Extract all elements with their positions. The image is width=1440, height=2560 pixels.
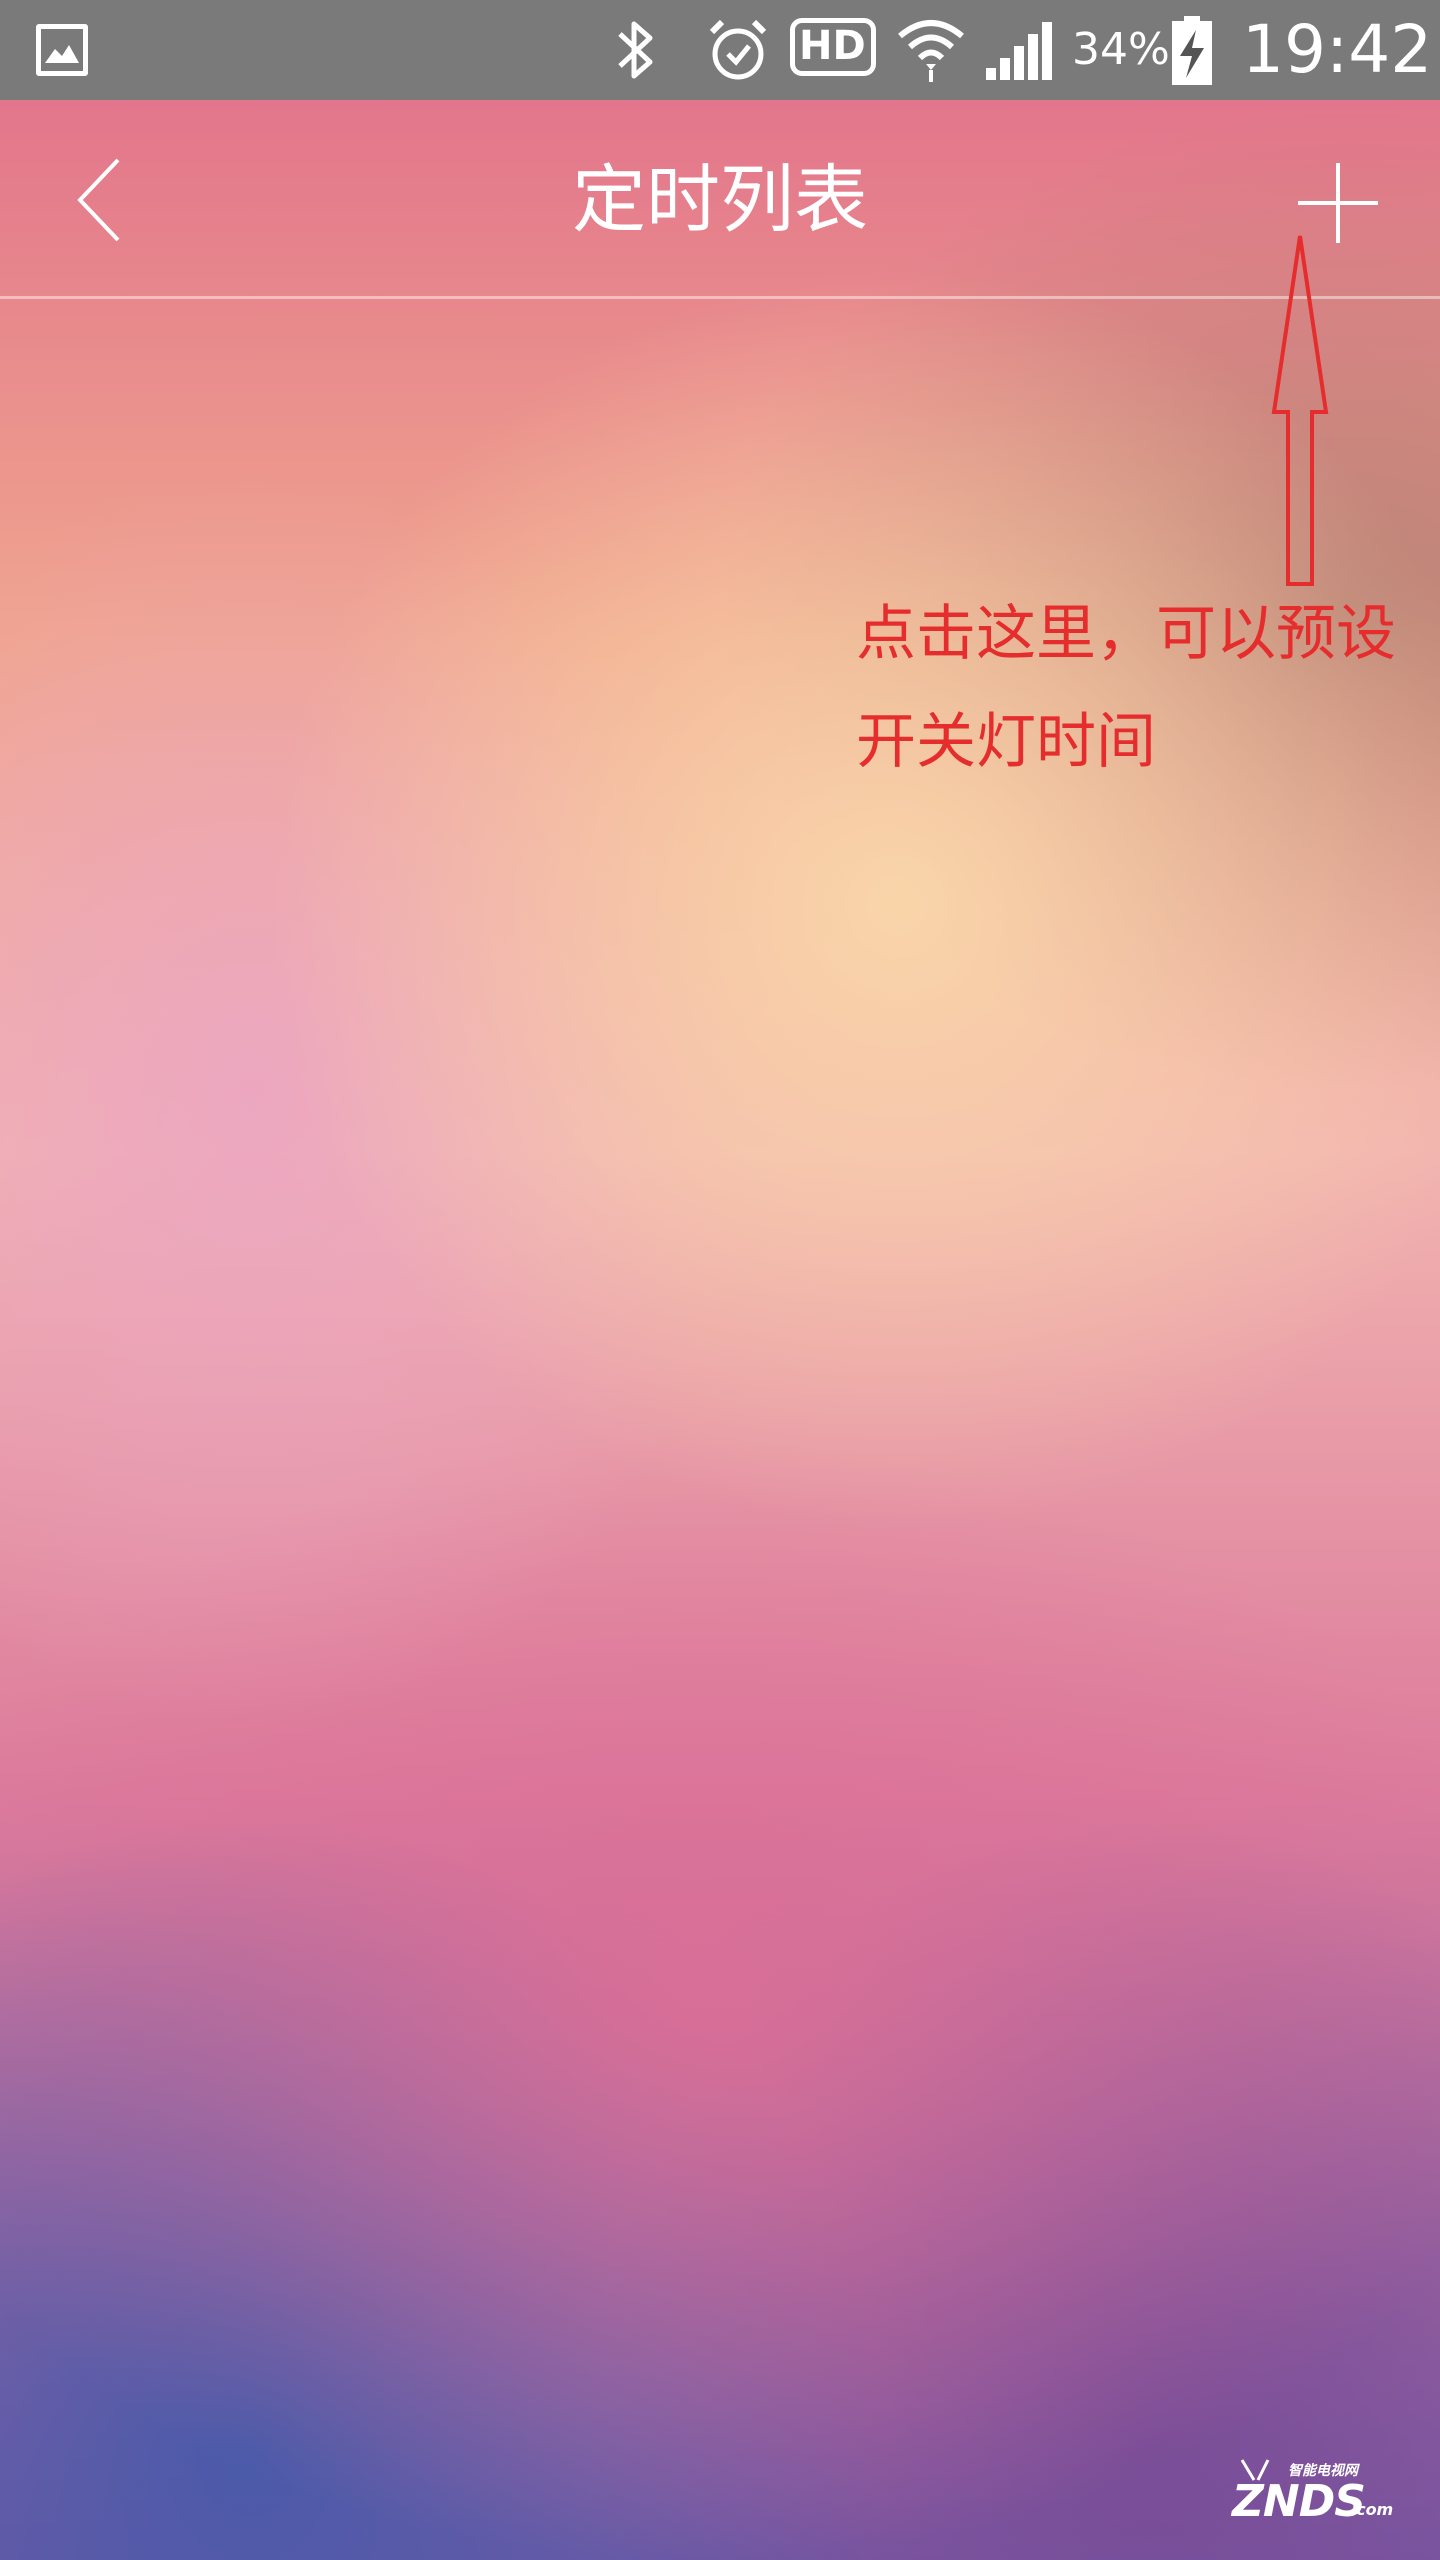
background-gradient [0, 0, 1440, 2560]
battery-charging-icon [1172, 16, 1212, 85]
annotation-line-1: 点击这里，可以预设 [856, 599, 1396, 669]
hd-icon: HD [790, 18, 876, 76]
chevron-left-icon [77, 158, 120, 242]
znds-watermark-logo: 智能电视网 ZNDS .com [1228, 2458, 1408, 2538]
alarm-icon [709, 19, 767, 80]
wifi-icon [898, 20, 964, 82]
annotation-arrow [1271, 235, 1329, 586]
hd-label: HD [799, 23, 866, 69]
header-divider [0, 296, 1440, 299]
battery-percent: 34% [1072, 24, 1170, 75]
gallery-icon [36, 24, 88, 76]
status-time: 19:42 [1242, 11, 1433, 88]
watermark-brand: ZNDS [1232, 2476, 1366, 2527]
signal-icon [986, 22, 1052, 80]
bluetooth-icon [618, 21, 653, 79]
page-title: 定时列表 [572, 157, 868, 243]
watermark-suffix: .com [1350, 2500, 1394, 2519]
status-bar: HD 34% 19:42 [0, 0, 1440, 100]
annotation-text: 点击这里，可以预设 开关灯时间 [856, 580, 1440, 796]
plus-icon [1298, 163, 1378, 243]
annotation-line-2: 开关灯时间 [856, 707, 1156, 777]
back-button[interactable] [60, 150, 140, 250]
